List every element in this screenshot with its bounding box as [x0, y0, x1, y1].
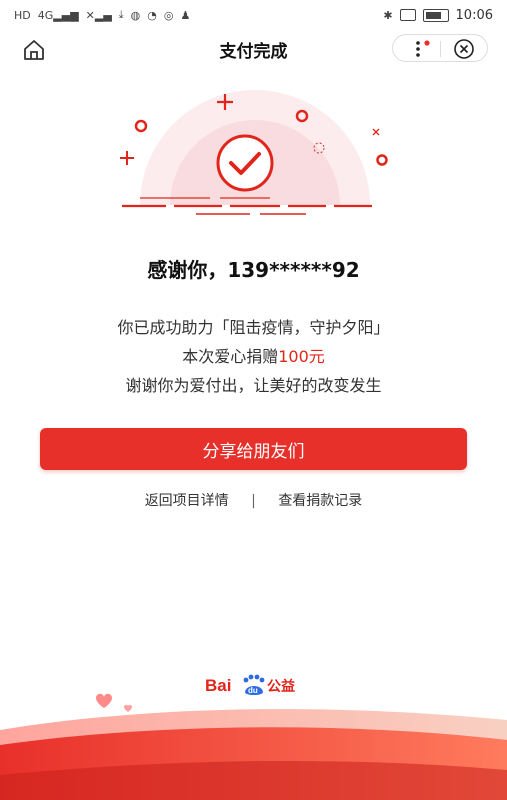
back-to-project-link[interactable]: 返回项目详情 [145, 490, 229, 510]
support-message: 你已成功助力「阻击疫情，守护夕阳」 [117, 318, 390, 337]
bluetooth-icon: ✱ [383, 8, 393, 22]
link-separator: | [251, 493, 256, 509]
donation-label: 本次爱心捐赠 [182, 347, 279, 366]
check-circle-icon [216, 134, 274, 192]
status-left-icons: HD 4G▂▄▆ ✕▂▄ ⤓ ◍ ◔ ◎ ♟ [14, 8, 190, 22]
pay-icon: ◍ [130, 8, 141, 22]
signal-4g-icon: 4G▂▄▆ [37, 8, 79, 22]
view-donation-records-link[interactable]: 查看捐款记录 [278, 490, 362, 510]
status-right-icons: ✱ 10:06 [383, 8, 493, 23]
donation-amount: 100元 [278, 347, 325, 366]
action-links: 返回项目详情 | 查看捐款记录 [0, 490, 507, 510]
vibrate-icon [399, 9, 416, 21]
mini-program-capsule [392, 34, 488, 62]
download-icon: ⤓ [118, 8, 124, 21]
status-time: 10:06 [455, 7, 493, 23]
wechat-icon: ◔ [147, 8, 157, 22]
success-illustration [120, 90, 388, 215]
hd-icon: HD [14, 8, 31, 22]
share-to-friends-button[interactable]: 分享给朋友们 [40, 428, 467, 470]
heart-icon [96, 693, 112, 708]
close-icon[interactable] [453, 38, 475, 60]
battery-icon [422, 8, 449, 22]
qq-icon: ♟ [180, 8, 191, 22]
more-menu-icon[interactable] [407, 39, 433, 59]
status-bar: HD 4G▂▄▆ ✕▂▄ ⤓ ◍ ◔ ◎ ♟ ✱ 10:06 [0, 0, 507, 30]
signal-x-icon: ✕▂▄ [85, 8, 112, 22]
nav-bar: 支付完成 [0, 30, 507, 66]
thanks-heading: 感谢你，139******92 [147, 258, 360, 282]
gratitude-message: 谢谢你为爱付出，让美好的改变发生 [125, 376, 382, 395]
donation-amount-line: 本次爱心捐赠100元 [0, 343, 507, 367]
decorative-waves [0, 693, 507, 800]
location-icon: ◎ [163, 8, 174, 22]
capsule-divider [440, 41, 441, 57]
